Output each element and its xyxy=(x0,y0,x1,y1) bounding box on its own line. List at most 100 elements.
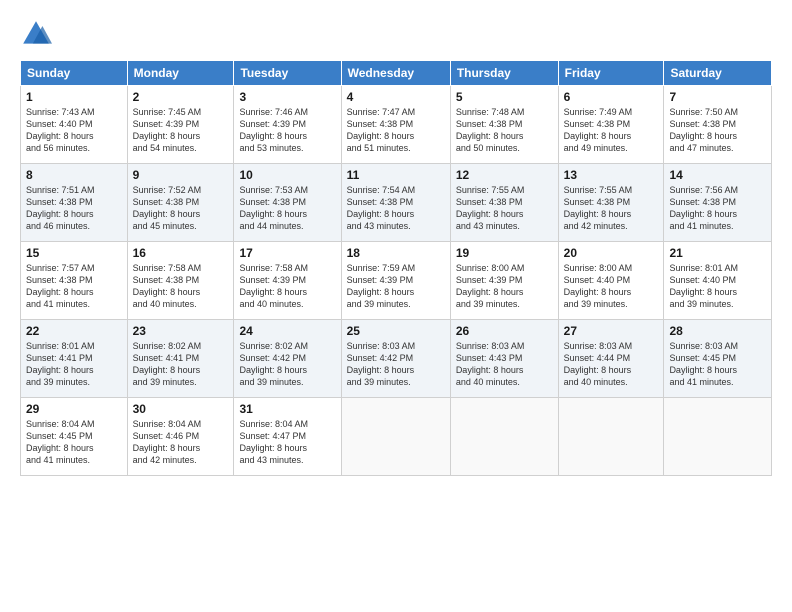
calendar-cell: 19 Sunrise: 8:00 AM Sunset: 4:39 PM Dayli… xyxy=(450,242,558,320)
calendar-header: SundayMondayTuesdayWednesdayThursdayFrid… xyxy=(21,61,772,86)
day-number: 10 xyxy=(239,168,335,182)
weekday-header: Sunday xyxy=(21,61,128,86)
calendar-cell: 21 Sunrise: 8:01 AM Sunset: 4:40 PM Dayli… xyxy=(664,242,772,320)
day-number: 13 xyxy=(564,168,659,182)
day-number: 5 xyxy=(456,90,553,104)
calendar-cell: 9Sunrise: 7:52 AM Sunset: 4:38 PM Daylig… xyxy=(127,164,234,242)
calendar-week-row: 29 Sunrise: 8:04 AM Sunset: 4:45 PM Dayli… xyxy=(21,398,772,476)
day-number: 17 xyxy=(239,246,335,260)
weekday-header: Saturday xyxy=(664,61,772,86)
day-number: 31 xyxy=(239,402,335,416)
weekday-header: Friday xyxy=(558,61,664,86)
calendar-week-row: 8 Sunrise: 7:51 AM Sunset: 4:38 PM Daylig… xyxy=(21,164,772,242)
day-info: Sunrise: 7:55 AM Sunset: 4:38 PM Dayligh… xyxy=(564,184,659,233)
day-number: 11 xyxy=(347,168,445,182)
calendar-cell: 1Sunrise: 7:43 AM Sunset: 4:40 PM Daylig… xyxy=(21,86,128,164)
day-number: 30 xyxy=(133,402,229,416)
calendar-week-row: 1Sunrise: 7:43 AM Sunset: 4:40 PM Daylig… xyxy=(21,86,772,164)
day-number: 21 xyxy=(669,246,766,260)
calendar-cell: 22 Sunrise: 8:01 AM Sunset: 4:41 PM Dayli… xyxy=(21,320,128,398)
calendar-table: SundayMondayTuesdayWednesdayThursdayFrid… xyxy=(20,60,772,476)
calendar-cell: 25 Sunrise: 8:03 AM Sunset: 4:42 PM Dayli… xyxy=(341,320,450,398)
calendar-cell: 20 Sunrise: 8:00 AM Sunset: 4:40 PM Dayli… xyxy=(558,242,664,320)
day-info: Sunrise: 8:02 AM Sunset: 4:41 PM Dayligh… xyxy=(133,340,229,389)
calendar-cell: 26 Sunrise: 8:03 AM Sunset: 4:43 PM Dayli… xyxy=(450,320,558,398)
calendar-cell: 27Sunrise: 8:03 AM Sunset: 4:44 PM Dayli… xyxy=(558,320,664,398)
day-number: 15 xyxy=(26,246,122,260)
header xyxy=(20,18,772,50)
day-number: 16 xyxy=(133,246,229,260)
calendar-cell: 31 Sunrise: 8:04 AM Sunset: 4:47 PM Dayli… xyxy=(234,398,341,476)
day-number: 18 xyxy=(347,246,445,260)
calendar-cell: 29 Sunrise: 8:04 AM Sunset: 4:45 PM Dayli… xyxy=(21,398,128,476)
calendar-cell: 10 Sunrise: 7:53 AM Sunset: 4:38 PM Dayli… xyxy=(234,164,341,242)
calendar-cell xyxy=(450,398,558,476)
calendar-cell xyxy=(558,398,664,476)
day-number: 22 xyxy=(26,324,122,338)
day-number: 4 xyxy=(347,90,445,104)
day-info: Sunrise: 8:03 AM Sunset: 4:42 PM Dayligh… xyxy=(347,340,445,389)
day-info: Sunrise: 8:00 AM Sunset: 4:39 PM Dayligh… xyxy=(456,262,553,311)
calendar-cell: 2 Sunrise: 7:45 AM Sunset: 4:39 PM Daylig… xyxy=(127,86,234,164)
calendar-cell: 4Sunrise: 7:47 AM Sunset: 4:38 PM Daylig… xyxy=(341,86,450,164)
day-info: Sunrise: 7:58 AM Sunset: 4:38 PM Dayligh… xyxy=(133,262,229,311)
calendar-cell: 24 Sunrise: 8:02 AM Sunset: 4:42 PM Dayli… xyxy=(234,320,341,398)
day-info: Sunrise: 8:01 AM Sunset: 4:40 PM Dayligh… xyxy=(669,262,766,311)
calendar-cell: 11 Sunrise: 7:54 AM Sunset: 4:38 PM Dayli… xyxy=(341,164,450,242)
day-number: 29 xyxy=(26,402,122,416)
calendar-cell: 3 Sunrise: 7:46 AM Sunset: 4:39 PM Daylig… xyxy=(234,86,341,164)
day-info: Sunrise: 7:48 AM Sunset: 4:38 PM Dayligh… xyxy=(456,106,553,155)
calendar-cell: 18 Sunrise: 7:59 AM Sunset: 4:39 PM Dayli… xyxy=(341,242,450,320)
calendar-cell: 28 Sunrise: 8:03 AM Sunset: 4:45 PM Dayli… xyxy=(664,320,772,398)
day-number: 26 xyxy=(456,324,553,338)
calendar-cell xyxy=(341,398,450,476)
calendar-cell: 13 Sunrise: 7:55 AM Sunset: 4:38 PM Dayli… xyxy=(558,164,664,242)
day-info: Sunrise: 7:49 AM Sunset: 4:38 PM Dayligh… xyxy=(564,106,659,155)
day-info: Sunrise: 7:54 AM Sunset: 4:38 PM Dayligh… xyxy=(347,184,445,233)
day-number: 14 xyxy=(669,168,766,182)
weekday-header: Monday xyxy=(127,61,234,86)
day-info: Sunrise: 8:01 AM Sunset: 4:41 PM Dayligh… xyxy=(26,340,122,389)
weekday-header: Tuesday xyxy=(234,61,341,86)
day-info: Sunrise: 7:45 AM Sunset: 4:39 PM Dayligh… xyxy=(133,106,229,155)
logo-icon xyxy=(20,18,52,50)
day-info: Sunrise: 8:04 AM Sunset: 4:47 PM Dayligh… xyxy=(239,418,335,467)
day-number: 3 xyxy=(239,90,335,104)
day-number: 19 xyxy=(456,246,553,260)
day-info: Sunrise: 7:59 AM Sunset: 4:39 PM Dayligh… xyxy=(347,262,445,311)
calendar-cell: 6Sunrise: 7:49 AM Sunset: 4:38 PM Daylig… xyxy=(558,86,664,164)
calendar-cell: 23 Sunrise: 8:02 AM Sunset: 4:41 PM Dayli… xyxy=(127,320,234,398)
weekday-row: SundayMondayTuesdayWednesdayThursdayFrid… xyxy=(21,61,772,86)
day-info: Sunrise: 7:57 AM Sunset: 4:38 PM Dayligh… xyxy=(26,262,122,311)
day-info: Sunrise: 7:53 AM Sunset: 4:38 PM Dayligh… xyxy=(239,184,335,233)
calendar-week-row: 22 Sunrise: 8:01 AM Sunset: 4:41 PM Dayli… xyxy=(21,320,772,398)
day-number: 7 xyxy=(669,90,766,104)
day-info: Sunrise: 7:50 AM Sunset: 4:38 PM Dayligh… xyxy=(669,106,766,155)
day-number: 23 xyxy=(133,324,229,338)
calendar-cell: 14 Sunrise: 7:56 AM Sunset: 4:38 PM Dayli… xyxy=(664,164,772,242)
day-number: 20 xyxy=(564,246,659,260)
day-number: 25 xyxy=(347,324,445,338)
day-number: 24 xyxy=(239,324,335,338)
calendar-cell: 17Sunrise: 7:58 AM Sunset: 4:39 PM Dayli… xyxy=(234,242,341,320)
weekday-header: Thursday xyxy=(450,61,558,86)
day-info: Sunrise: 7:46 AM Sunset: 4:39 PM Dayligh… xyxy=(239,106,335,155)
calendar-cell: 5 Sunrise: 7:48 AM Sunset: 4:38 PM Daylig… xyxy=(450,86,558,164)
day-info: Sunrise: 8:03 AM Sunset: 4:45 PM Dayligh… xyxy=(669,340,766,389)
calendar-body: 1Sunrise: 7:43 AM Sunset: 4:40 PM Daylig… xyxy=(21,86,772,476)
calendar-cell: 30 Sunrise: 8:04 AM Sunset: 4:46 PM Dayli… xyxy=(127,398,234,476)
day-info: Sunrise: 7:51 AM Sunset: 4:38 PM Dayligh… xyxy=(26,184,122,233)
day-info: Sunrise: 7:56 AM Sunset: 4:38 PM Dayligh… xyxy=(669,184,766,233)
day-info: Sunrise: 8:00 AM Sunset: 4:40 PM Dayligh… xyxy=(564,262,659,311)
day-info: Sunrise: 8:04 AM Sunset: 4:46 PM Dayligh… xyxy=(133,418,229,467)
day-number: 27 xyxy=(564,324,659,338)
day-info: Sunrise: 8:04 AM Sunset: 4:45 PM Dayligh… xyxy=(26,418,122,467)
day-info: Sunrise: 8:03 AM Sunset: 4:43 PM Dayligh… xyxy=(456,340,553,389)
calendar-week-row: 15 Sunrise: 7:57 AM Sunset: 4:38 PM Dayli… xyxy=(21,242,772,320)
day-info: Sunrise: 7:43 AM Sunset: 4:40 PM Dayligh… xyxy=(26,106,122,155)
day-info: Sunrise: 8:02 AM Sunset: 4:42 PM Dayligh… xyxy=(239,340,335,389)
day-number: 2 xyxy=(133,90,229,104)
day-number: 8 xyxy=(26,168,122,182)
day-number: 28 xyxy=(669,324,766,338)
calendar-cell: 8 Sunrise: 7:51 AM Sunset: 4:38 PM Daylig… xyxy=(21,164,128,242)
